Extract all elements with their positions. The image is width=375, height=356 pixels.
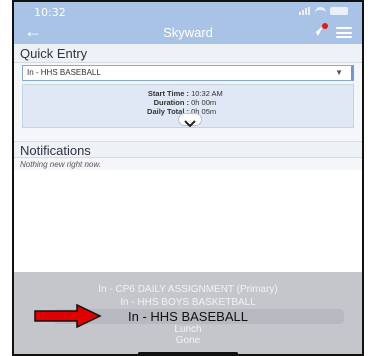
time-details-panel: Start Time : 10:32 AM Duration : 0h 00m … (22, 84, 354, 128)
duration-label: Duration : (153, 98, 189, 107)
send-icon[interactable] (310, 23, 328, 36)
activity-select[interactable]: In - HHS BASEBALL ▼ (22, 65, 354, 81)
menu-icon[interactable] (336, 27, 352, 38)
dropdown-caret-icon: ▼ (335, 68, 343, 77)
picker-option[interactable]: Gone (14, 335, 362, 346)
status-icons (299, 7, 348, 15)
quick-entry-title: Quick Entry (14, 44, 362, 63)
status-time: 10:32 (34, 6, 66, 19)
wifi-icon (315, 7, 326, 15)
expand-toggle-button[interactable] (178, 113, 202, 128)
notification-dot (322, 23, 328, 29)
notifications-title: Notifications (14, 141, 362, 158)
notifications-empty-text: Nothing new right now. (20, 160, 101, 169)
duration-row: Duration : 0h 00m (23, 98, 355, 107)
start-time-value: 10:32 AM (191, 89, 223, 98)
chevron-down-icon (184, 120, 196, 128)
signal-icon (299, 7, 311, 15)
battery-icon (330, 7, 348, 15)
notifications-area (14, 170, 362, 272)
activity-select-value: In - HHS BASEBALL (27, 68, 101, 77)
start-time-label: Start Time : (147, 89, 189, 98)
red-arrow-annotation (34, 303, 102, 329)
start-time-row: Start Time : 10:32 AM (23, 89, 355, 98)
picker-option[interactable]: In - CP6 DAILY ASSIGNMENT (Primary) (14, 284, 362, 295)
duration-value: 0h 00m (191, 98, 217, 107)
daily-total-label: Daily Total : (147, 107, 189, 116)
header-bar: 10:32 ← Skyward (14, 2, 362, 44)
home-indicator (138, 352, 238, 354)
